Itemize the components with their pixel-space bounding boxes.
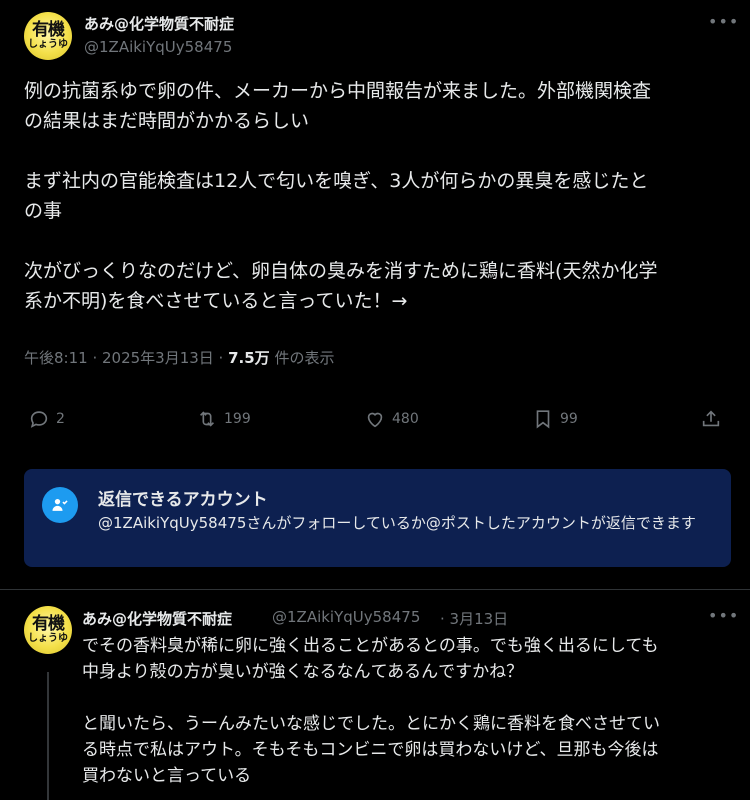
- post-text-line: まず社内の官能検査は12人で匂いを嗅ぎ、3人が何らかの異臭を感じたと: [24, 170, 649, 192]
- reply-text-line: でその香料臭が稀に卵に強く出ることがあるとの事。でも強く出るにしても: [82, 636, 659, 656]
- avatar-text-bottom: しょうゆ: [28, 633, 68, 644]
- post-text: 例の抗菌系ゆで卵の件、メーカーから中間報告が来ました。外部機関検査 の結果はまだ…: [24, 76, 736, 316]
- reply-author-handle[interactable]: @1ZAikiYqUy58475: [272, 608, 420, 626]
- action-bar: 2 199 480 99: [24, 408, 726, 440]
- reply-restriction-banner: 返信できるアカウント @1ZAikiYqUy58475さんがフォローしているか@…: [24, 469, 731, 567]
- views-label: 件の表示: [269, 349, 335, 367]
- more-horizontal-icon[interactable]: •••: [708, 12, 739, 31]
- avatar-text-bottom: しょうゆ: [28, 39, 68, 50]
- repost-count: 199: [224, 411, 251, 427]
- people-icon: [42, 487, 78, 523]
- divider: [0, 589, 750, 590]
- share-button[interactable]: [700, 408, 722, 430]
- author-handle[interactable]: @1ZAikiYqUy58475: [84, 38, 232, 56]
- reply-icon: [30, 411, 48, 428]
- reply-author-name[interactable]: あみ@化学物質不耐症: [82, 608, 232, 629]
- share-icon: [702, 410, 720, 427]
- reply-count: 2: [56, 411, 65, 427]
- reply-text: でその香料臭が稀に卵に強く出ることがあるとの事。でも強く出るにしても 中身より殻…: [82, 633, 732, 789]
- repost-icon: [199, 411, 215, 427]
- author-name[interactable]: あみ@化学物質不耐症: [84, 13, 234, 34]
- reply-restriction-description: @1ZAikiYqUy58475さんがフォローしているか@ポストしたアカウントが…: [98, 514, 696, 532]
- bookmark-icon: [536, 410, 550, 429]
- views-count: 7.5万: [228, 349, 270, 367]
- reply-date[interactable]: · 3月13日: [440, 608, 508, 629]
- post-text-line: の事: [24, 200, 63, 222]
- bookmark-count: 99: [560, 411, 578, 427]
- post-text-line: 例の抗菌系ゆで卵の件、メーカーから中間報告が来ました。外部機関検査: [24, 80, 652, 102]
- bookmark-button[interactable]: 99: [532, 408, 578, 430]
- like-button[interactable]: 480: [364, 408, 419, 430]
- reply-restriction-title: 返信できるアカウント: [98, 490, 268, 510]
- reply-text-line: る時点で私はアウト。そもそもコンビニで卵は買わないけど、旦那も今後は: [82, 740, 659, 760]
- post-text-line: の結果はまだ時間がかかるらしい: [24, 110, 310, 132]
- thread-line: [47, 672, 49, 800]
- repost-button[interactable]: 199: [196, 408, 251, 430]
- like-count: 480: [392, 411, 419, 427]
- reply-text-line: 中身より殻の方が臭いが強くなるなんてあるんですかね？: [82, 662, 524, 682]
- post-meta: 午後8:11 · 2025年3月13日 · 7.5万 件の表示: [24, 347, 334, 368]
- reply-text-line: 買わないと言っている: [82, 766, 252, 786]
- more-horizontal-icon[interactable]: •••: [708, 606, 739, 625]
- avatar-text-top: 有機: [32, 614, 65, 634]
- reply-text-line: と聞いたら、うーんみたいな感じでした。とにかく鶏に香料を食べさせてい: [82, 714, 660, 734]
- reply-author-avatar[interactable]: 有機 しょうゆ: [24, 606, 72, 654]
- reply-button[interactable]: 2: [28, 408, 65, 430]
- heart-icon: [367, 412, 383, 428]
- post-timestamp[interactable]: 午後8:11 · 2025年3月13日 ·: [24, 349, 228, 367]
- author-avatar[interactable]: 有機 しょうゆ: [24, 12, 72, 60]
- post-text-line: 次がびっくりなのだけど、卵自体の臭みを消すために鶏に香料(天然か化学: [24, 260, 658, 282]
- post-text-line: 系か不明)を食べさせていると言っていた！→: [24, 290, 408, 312]
- avatar-text-top: 有機: [32, 20, 65, 40]
